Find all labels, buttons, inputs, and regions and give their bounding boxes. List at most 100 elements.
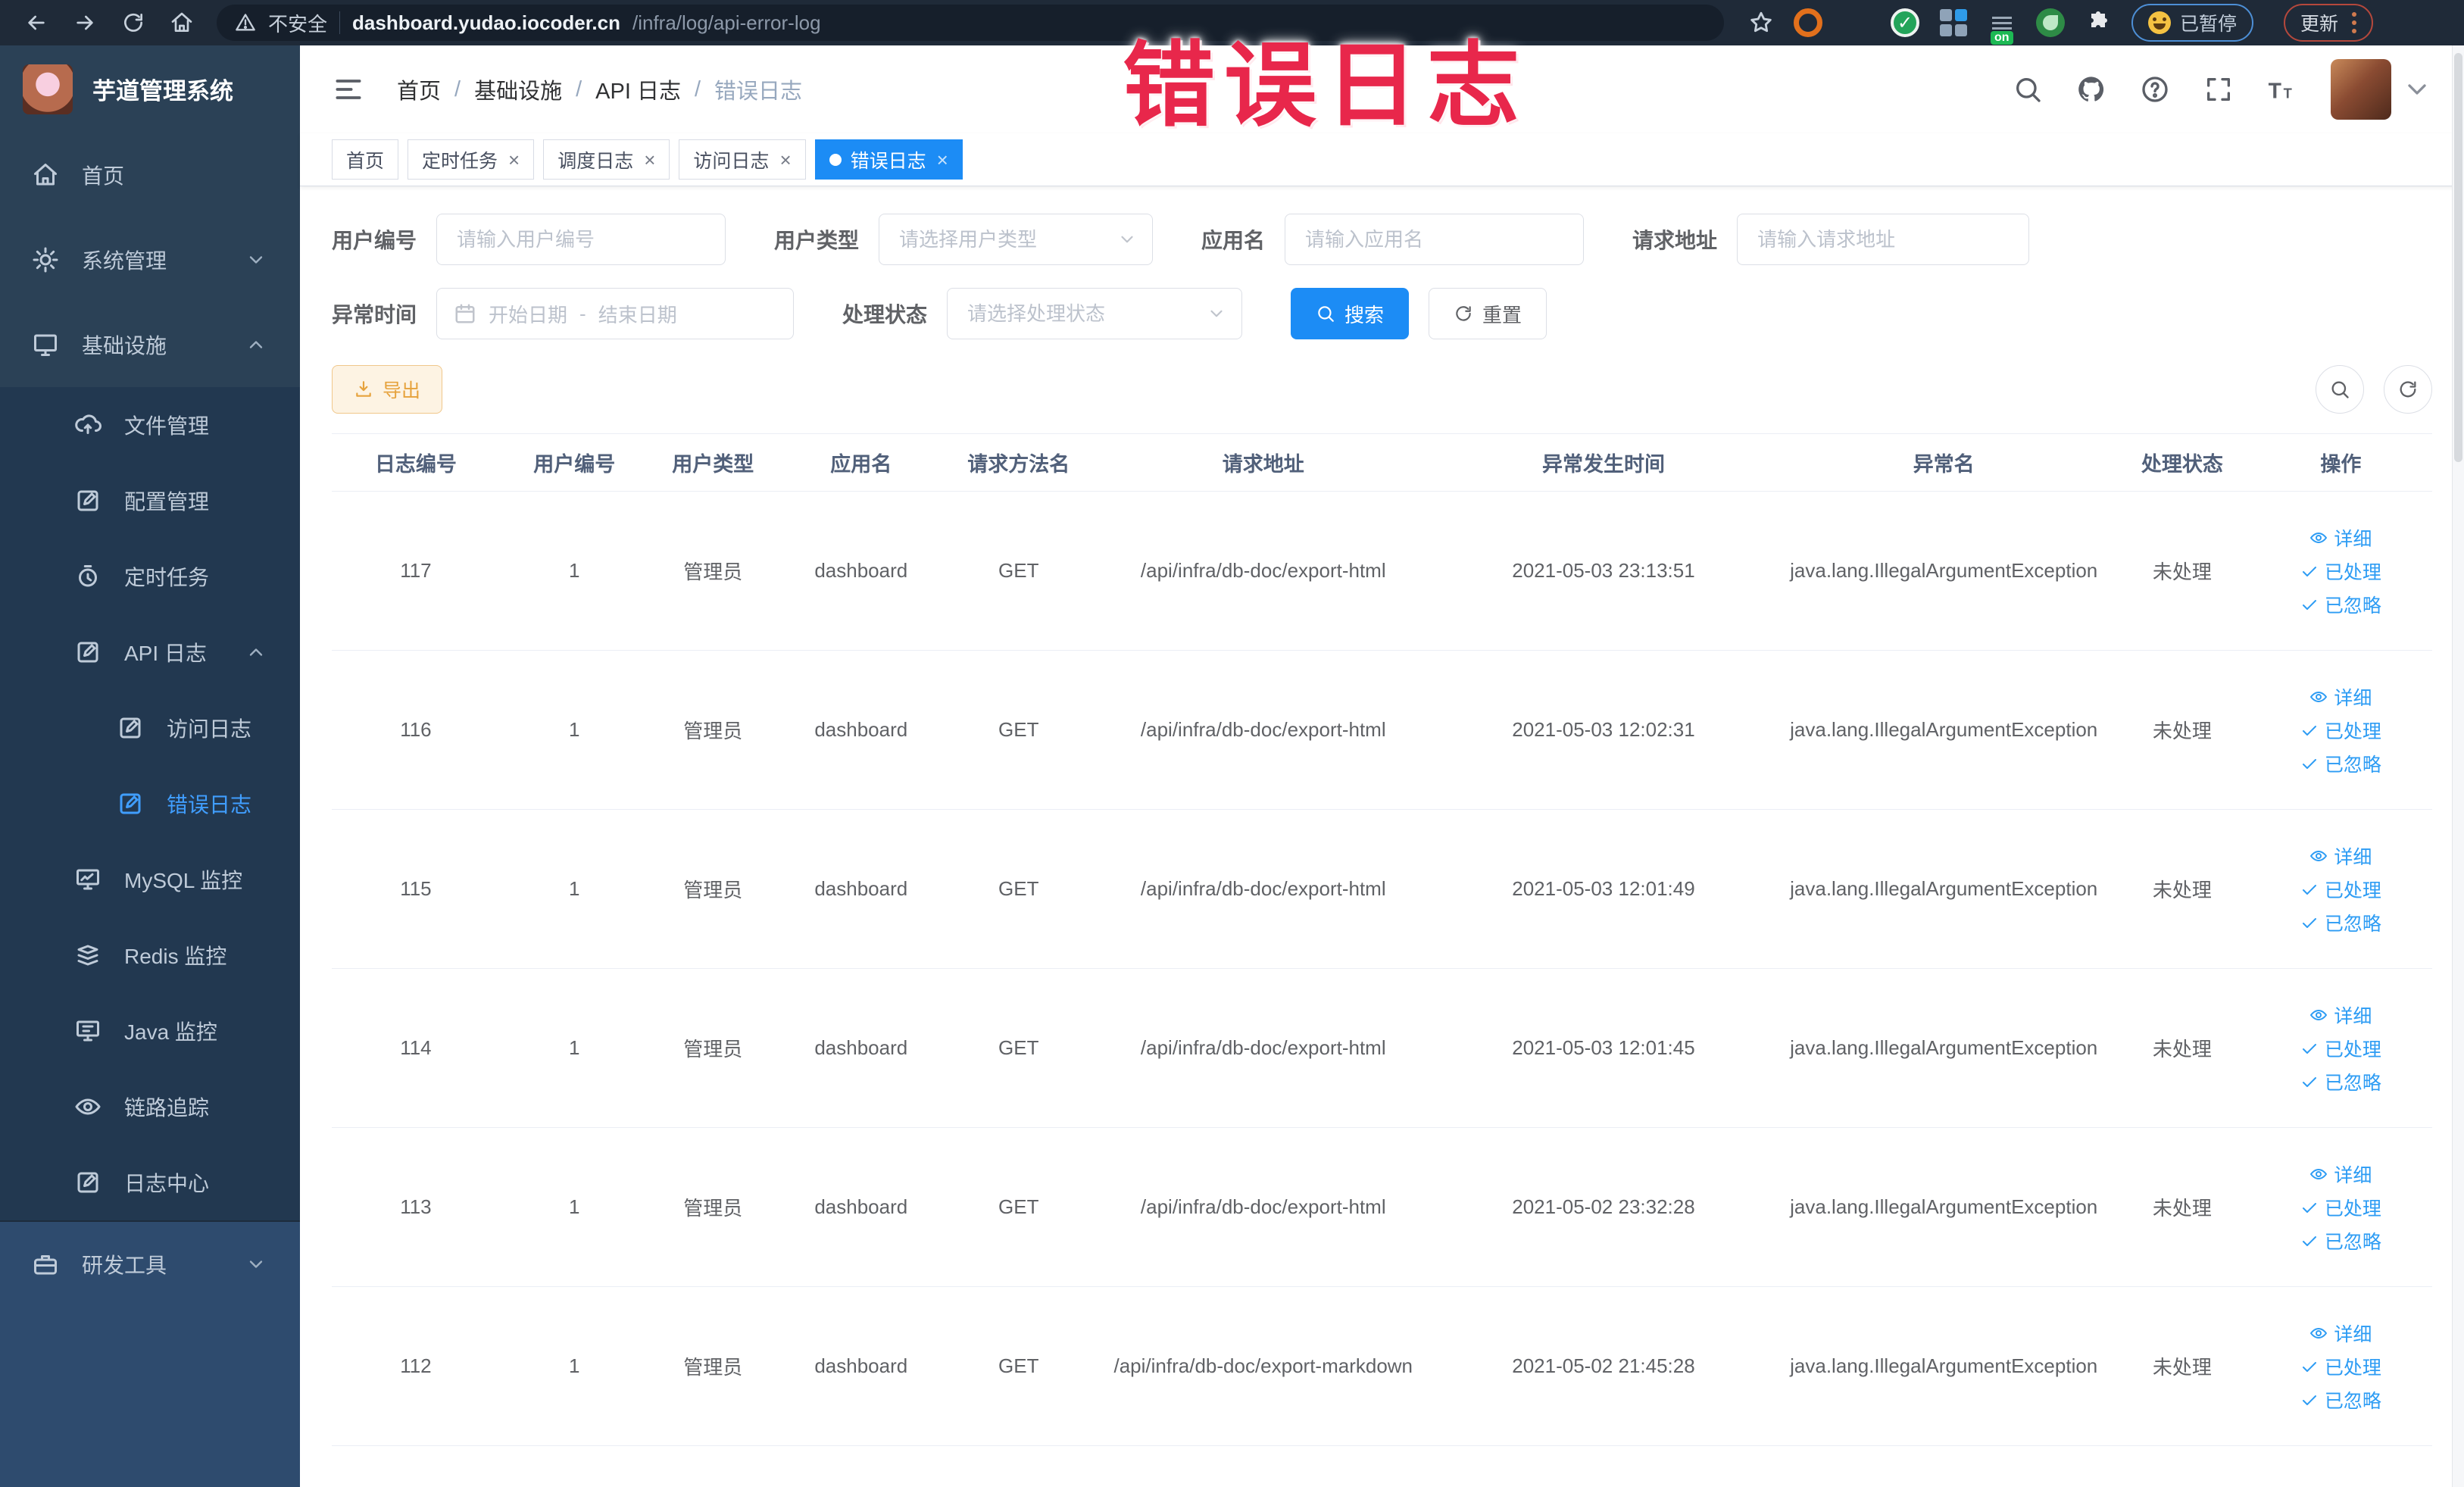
forward-icon [73, 11, 97, 35]
sidebar-item-infra[interactable]: 基础设施 [0, 302, 300, 387]
action-ignored-link[interactable]: 已忽略 [2300, 909, 2381, 936]
action-ignored-link[interactable]: 已忽略 [2300, 1227, 2381, 1254]
action-processed-link[interactable]: 已处理 [2300, 1035, 2381, 1062]
tab-定时任务[interactable]: 定时任务 × [408, 139, 535, 180]
filter-row-2: 异常时间 开始日期 - 结束日期 处理状态 请选择处理状态 搜索 重置 [332, 288, 2432, 339]
action-processed-link[interactable]: 已处理 [2300, 876, 2381, 903]
font-size-icon[interactable]: TT [2267, 74, 2297, 105]
reload-button[interactable] [112, 5, 155, 41]
close-icon[interactable]: × [937, 150, 948, 170]
chevron-down-icon [1117, 230, 1137, 249]
column-header: 请求方法名 [945, 433, 1092, 492]
action-detail-link[interactable]: 详细 [2309, 1001, 2372, 1029]
extension-leaf-icon[interactable] [2036, 8, 2065, 37]
forward-button[interactable] [64, 5, 106, 41]
sidebar-item-dev-tools[interactable]: 研发工具 [0, 1222, 300, 1307]
fullscreen-icon[interactable] [2203, 74, 2234, 105]
sidebar-item-log-center[interactable]: 日志中心 [0, 1145, 300, 1220]
sidebar-item-trace[interactable]: 链路追踪 [0, 1069, 300, 1145]
sidebar-item-redis[interactable]: Redis 监控 [0, 917, 300, 993]
extension-on-icon[interactable]: on [1988, 8, 2016, 45]
extension-grid-icon[interactable] [1939, 8, 1968, 37]
action-detail-link[interactable]: 详细 [2309, 1161, 2372, 1188]
extensions-puzzle-icon[interactable] [2085, 9, 2112, 36]
edit-icon [117, 790, 144, 817]
tab-访问日志[interactable]: 访问日志 × [679, 139, 806, 180]
reset-button[interactable]: 重置 [1429, 288, 1547, 339]
action-detail-link[interactable]: 详细 [2309, 683, 2372, 711]
breadcrumb-item[interactable]: 首页 [397, 73, 441, 105]
app-name-input[interactable] [1285, 214, 1584, 264]
action-detail-link[interactable]: 详细 [2309, 524, 2372, 551]
check-icon [2300, 562, 2319, 580]
date-range-picker[interactable]: 开始日期 - 结束日期 [436, 288, 795, 339]
refresh-table-button[interactable] [2384, 365, 2432, 414]
user-id-input[interactable] [437, 214, 726, 264]
security-label[interactable]: 不安全 [268, 9, 327, 37]
address-bar[interactable]: 不安全 dashboard.yudao.iocoder.cn/infra/log… [217, 5, 1724, 41]
update-button[interactable]: 更新 [2284, 4, 2374, 42]
action-processed-link[interactable]: 已处理 [2300, 558, 2381, 585]
user-type-select[interactable] [879, 214, 1153, 264]
close-icon[interactable]: × [508, 150, 520, 170]
action-ignored-link[interactable]: 已忽略 [2300, 591, 2381, 618]
user-avatar[interactable] [2331, 59, 2391, 120]
help-icon[interactable] [2140, 74, 2170, 105]
action-processed-link[interactable]: 已处理 [2300, 1353, 2381, 1380]
tab-label: 访问日志 [693, 150, 770, 172]
action-processed-link[interactable]: 已处理 [2300, 717, 2381, 744]
search-icon[interactable] [2013, 74, 2043, 105]
tab-错误日志[interactable]: 错误日志 × [814, 139, 963, 180]
extension-check-icon[interactable]: ✓ [1891, 8, 1919, 37]
action-detail-link[interactable]: 详细 [2309, 1320, 2372, 1347]
close-icon[interactable]: × [644, 150, 655, 170]
chevron-down-icon[interactable] [2402, 74, 2432, 105]
export-button[interactable]: 导出 [332, 365, 443, 414]
close-icon[interactable]: × [779, 150, 791, 170]
breadcrumb-item[interactable]: API 日志 [595, 73, 681, 105]
action-processed-link[interactable]: 已处理 [2300, 1194, 2381, 1221]
back-button[interactable] [15, 5, 58, 41]
process-status-select[interactable] [948, 289, 1242, 339]
toggle-search-button[interactable] [2316, 365, 2364, 414]
sidebar-item-system[interactable]: 系统管理 [0, 217, 300, 302]
action-detail-link[interactable]: 详细 [2309, 842, 2372, 870]
request-url-input[interactable] [1738, 214, 2029, 264]
sidebar-item-config[interactable]: 配置管理 [0, 463, 300, 539]
breadcrumb-separator: / [454, 77, 461, 102]
scrollbar[interactable] [2452, 45, 2464, 1487]
bookmark-star-icon[interactable] [1748, 10, 1774, 36]
hamburger-icon[interactable] [332, 73, 365, 106]
sidebar-item-label: 首页 [82, 164, 125, 188]
cell-actions: 详细 已处理 已忽略 [2249, 968, 2432, 1128]
eye-icon [2309, 1165, 2328, 1183]
action-ignored-link[interactable]: 已忽略 [2300, 1068, 2381, 1095]
sidebar-item-mysql[interactable]: MySQL 监控 [0, 842, 300, 917]
eye-icon [2309, 688, 2328, 706]
sidebar-item-file[interactable]: 文件管理 [0, 387, 300, 463]
home-button[interactable] [161, 5, 203, 41]
sidebar-item-api-log[interactable]: API 日志 [0, 614, 300, 690]
tab-首页[interactable]: 首页 [332, 139, 399, 180]
sidebar-item-access-log[interactable]: 访问日志 [0, 690, 300, 766]
sidebar-item-error-log[interactable]: 错误日志 [0, 766, 300, 842]
screen: 不安全 dashboard.yudao.iocoder.cn/infra/log… [0, 0, 2464, 1487]
tab-调度日志[interactable]: 调度日志 × [543, 139, 670, 180]
menu-kebab-icon[interactable] [2352, 12, 2357, 33]
action-ignored-link[interactable]: 已忽略 [2300, 750, 2381, 777]
scrollbar-thumb[interactable] [2454, 53, 2462, 462]
sidebar-item-home[interactable]: 首页 [0, 133, 300, 217]
briefcase-icon [32, 1251, 59, 1278]
sidebar-item-java[interactable]: Java 监控 [0, 993, 300, 1069]
search-button[interactable]: 搜索 [1291, 288, 1410, 339]
extension-shield-icon[interactable] [1842, 8, 1871, 37]
action-ignored-link[interactable]: 已忽略 [2300, 1386, 2381, 1414]
paused-pill[interactable]: 已暂停 [2131, 4, 2254, 42]
back-icon [24, 11, 48, 35]
logo-row[interactable]: 芋道管理系统 [0, 45, 300, 133]
extension-orange-icon[interactable] [1794, 8, 1822, 37]
home-icon [32, 161, 59, 189]
breadcrumb-item[interactable]: 基础设施 [474, 73, 562, 105]
github-icon[interactable] [2076, 74, 2106, 105]
sidebar-item-job[interactable]: 定时任务 [0, 539, 300, 614]
